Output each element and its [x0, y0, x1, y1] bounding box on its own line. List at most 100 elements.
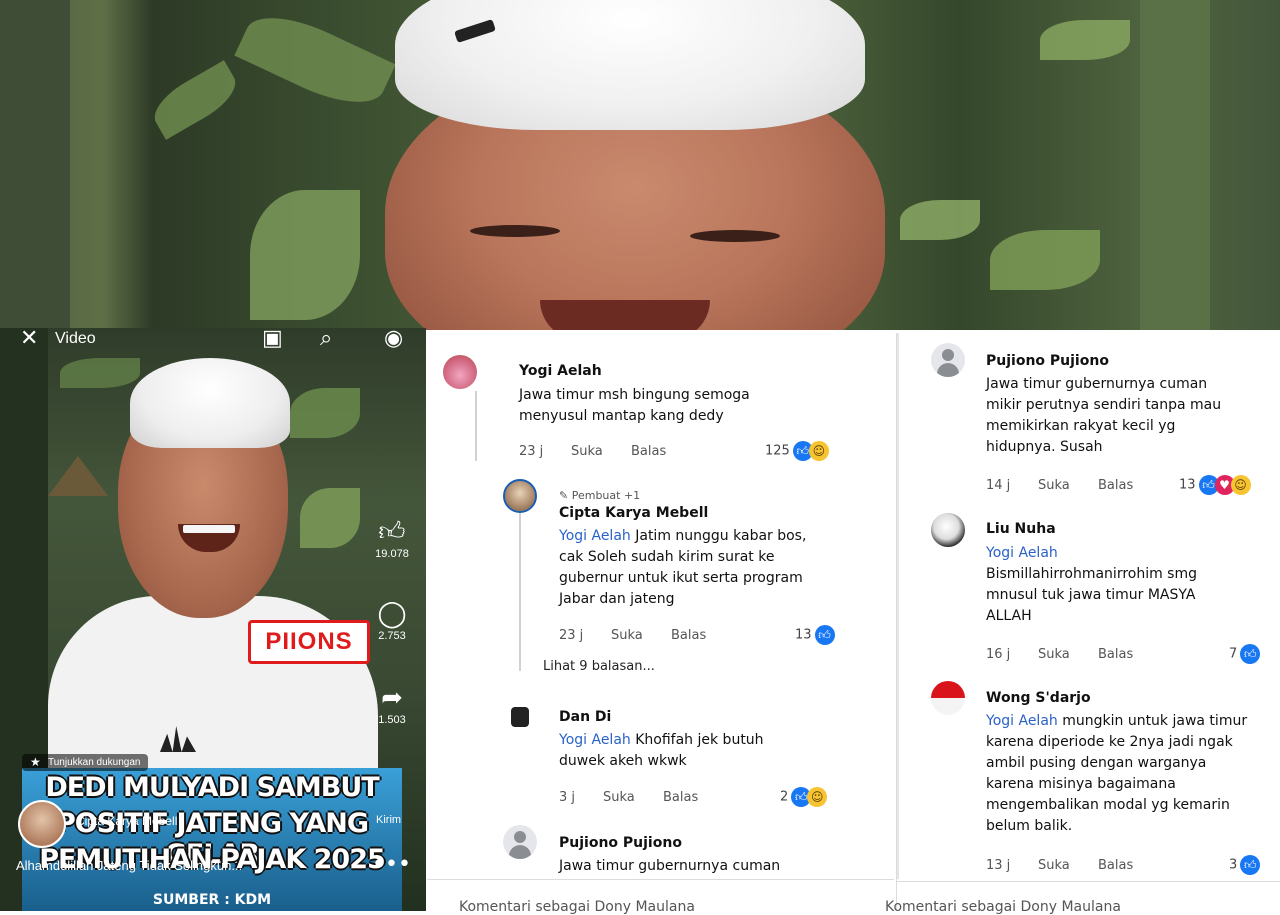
reply-link[interactable]: Balas — [631, 444, 666, 459]
reaction-summary[interactable]: 2 👍︎ ☺ — [780, 787, 828, 807]
headline-line-1: DEDI MULYADI SAMBUT — [45, 772, 379, 803]
white-cap — [395, 0, 865, 130]
reaction-summary[interactable]: 13 👍︎ — [795, 625, 835, 645]
reaction-summary[interactable]: 13 👍︎ ♥ ☺ — [1179, 475, 1251, 495]
reaction-summary[interactable]: 125 👍︎ ☺ — [765, 441, 829, 461]
top-video-frame — [0, 0, 1280, 330]
like-link[interactable]: Suka — [571, 444, 603, 459]
divider — [427, 879, 894, 880]
author-badge: ✎ Pembuat +1 — [559, 489, 641, 502]
haha-reaction-icon: ☺ — [807, 787, 828, 807]
leaf — [300, 488, 360, 548]
reply-link[interactable]: Balas — [1098, 478, 1133, 493]
reply-link[interactable]: Balas — [1098, 858, 1133, 873]
eye — [690, 230, 780, 242]
mention-link[interactable]: Yogi Aelah — [986, 545, 1058, 561]
teeth — [183, 525, 235, 533]
comment-author[interactable]: Cipta Karya Mebell — [559, 505, 708, 521]
comment-author[interactable]: Pujiono Pujiono — [559, 835, 682, 851]
comment-count: 2.753 — [378, 630, 406, 642]
like-link[interactable]: Suka — [1038, 647, 1070, 662]
headline-source: SUMBER : KDM — [152, 892, 272, 908]
comment-button[interactable]: ◯ 2.753 — [362, 598, 422, 642]
support-badge[interactable]: ★ Tunjukkan dukungan — [22, 754, 149, 771]
comment-text: Yogi Aelah Khofifah jek butuh duwek akeh… — [559, 732, 764, 769]
comments-panel-left: Yogi Aelah Jawa timur msh bingung semoga… — [427, 333, 894, 915]
leaf — [290, 388, 360, 438]
default-avatar-icon[interactable] — [931, 343, 965, 377]
video-border-left — [0, 0, 70, 330]
share-arrow-icon: ➦ — [381, 683, 403, 713]
share-count: 1.503 — [378, 714, 406, 726]
white-cap — [130, 358, 290, 448]
like-button[interactable]: 👍︎ 19.078 — [362, 516, 422, 560]
like-count: 19.078 — [375, 548, 409, 560]
thumbs-up-icon: 👍︎ — [378, 517, 406, 547]
comment-text: Jawa timur msh bingung semoga menyusul m… — [519, 387, 750, 424]
poster-avatar[interactable] — [18, 800, 66, 848]
camera-icon[interactable]: ▣ — [262, 328, 283, 354]
comment-input[interactable]: Komentari sebagai Dony Maulana — [885, 899, 1121, 915]
like-link[interactable]: Suka — [611, 628, 643, 643]
video-header: ✕ Video ▣ ⌕ ◉ — [0, 328, 426, 358]
reaction-summary[interactable]: 7 👍︎ — [1229, 644, 1261, 664]
like-reaction-icon: 👍︎ — [1240, 855, 1261, 875]
share-button[interactable]: ➦ 1.503 — [362, 682, 422, 726]
like-link[interactable]: Suka — [603, 790, 635, 805]
mention-link[interactable]: Yogi Aelah — [559, 528, 631, 544]
comment-author[interactable]: Dan Di — [559, 709, 611, 725]
leaf — [250, 190, 360, 320]
pencil-icon: ✎ — [559, 489, 569, 502]
more-options-icon[interactable]: ••• — [372, 852, 411, 877]
leaf — [234, 1, 396, 119]
leaf — [1040, 20, 1130, 60]
close-icon[interactable]: ✕ — [20, 328, 38, 354]
like-link[interactable]: Suka — [1038, 858, 1070, 873]
reply-link[interactable]: Balas — [1098, 647, 1133, 662]
poster-name[interactable]: Cipta Karya Mebell — [76, 814, 177, 828]
comment-time: 16 j — [986, 647, 1011, 662]
comment-author[interactable]: Liu Nuha — [986, 521, 1056, 537]
mention-link[interactable]: Yogi Aelah — [559, 732, 631, 748]
comment-time: 14 j — [986, 478, 1011, 493]
avatar[interactable] — [931, 513, 965, 547]
avatar[interactable] — [503, 479, 537, 513]
comment-text: Jawa timur gubernurnya cuman mikir perut… — [986, 376, 1222, 455]
thread-line — [519, 511, 521, 671]
like-reaction-icon: 👍︎ — [1240, 644, 1261, 664]
headline-banner: DEDI MULYADI SAMBUT POSITIF JATENG YANG … — [22, 768, 402, 911]
comment-input[interactable]: Komentari sebagai Dony Maulana — [459, 899, 695, 915]
avatar[interactable] — [931, 681, 965, 715]
comment-text: Jawa timur gubernurnya cuman — [559, 858, 781, 874]
star-icon: ★ — [30, 755, 41, 769]
mention-link[interactable]: Yogi Aelah — [986, 713, 1058, 729]
hut-roof — [48, 456, 108, 496]
comment-author[interactable]: Wong S'darjo — [986, 690, 1091, 706]
reply-link[interactable]: Balas — [671, 628, 706, 643]
reply-link[interactable]: Balas — [663, 790, 698, 805]
mouth — [540, 300, 710, 330]
avatar[interactable] — [443, 355, 477, 389]
profile-icon[interactable]: ◉ — [384, 328, 403, 354]
watermark-logo: PIIONS — [248, 620, 370, 664]
video-title: Video — [55, 330, 96, 347]
send-label: Kirim — [376, 814, 402, 826]
haha-reaction-icon: ☺ — [1230, 475, 1251, 495]
comment-time: 23 j — [559, 628, 584, 643]
reaction-summary[interactable]: 3 👍︎ — [1229, 855, 1261, 875]
avatar[interactable] — [503, 701, 537, 735]
haha-reaction-icon: ☺ — [808, 441, 829, 461]
eye — [470, 225, 560, 237]
view-replies-link[interactable]: Lihat 9 balasan... — [543, 659, 655, 674]
default-avatar-icon[interactable] — [503, 825, 537, 859]
divider — [897, 881, 1280, 882]
comment-text: Yogi Aelah Bismillahirrohmanirrohim smg m… — [986, 545, 1198, 624]
comment-time: 3 j — [559, 790, 576, 805]
comment-author[interactable]: Yogi Aelah — [519, 363, 602, 379]
comments-panel-right: Pujiono Pujiono Jawa timur gubernurnya c… — [885, 333, 1280, 915]
comment-author[interactable]: Pujiono Pujiono — [986, 353, 1109, 369]
like-link[interactable]: Suka — [1038, 478, 1070, 493]
search-icon[interactable]: ⌕ — [320, 328, 332, 354]
comment-text: Yogi Aelah mungkin untuk jawa timur kare… — [986, 713, 1248, 834]
short-video-player[interactable]: ✕ Video ▣ ⌕ ◉ PIIONS 👍︎ 19.078 ◯ 2.753 ➦… — [0, 328, 426, 911]
